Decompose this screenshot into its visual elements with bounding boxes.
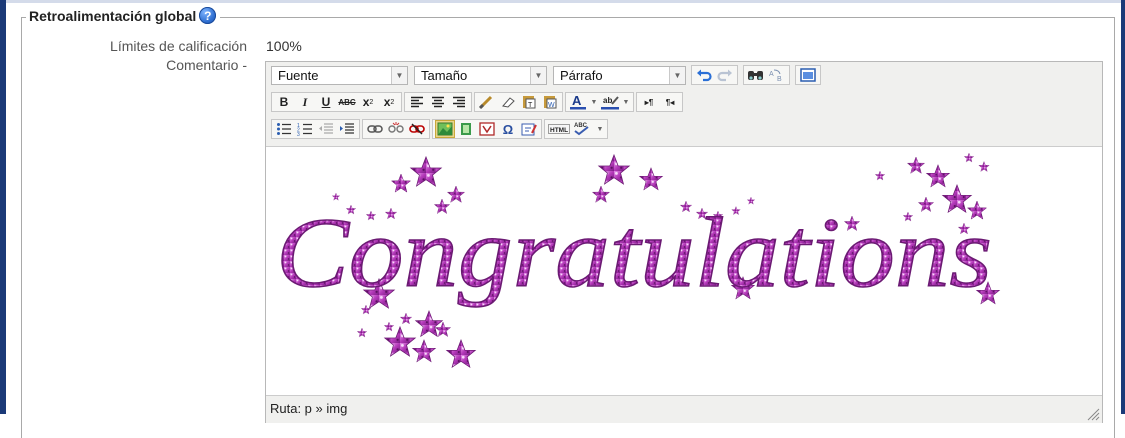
strikethrough-button[interactable]: ABC: [337, 93, 357, 111]
chevron-down-icon: ▼: [669, 66, 685, 84]
grade-limits-label: Límites de calificación: [110, 38, 247, 54]
html-source-icon[interactable]: HTML: [547, 120, 571, 138]
list-group: 123: [271, 119, 360, 139]
highlight-color-icon[interactable]: ab: [600, 93, 620, 111]
clipboard-group: T W: [474, 92, 563, 112]
text-style-group: B I U ABC x2 x2: [271, 92, 402, 112]
svg-text:A: A: [769, 71, 774, 78]
insert-spell-icon[interactable]: [519, 120, 539, 138]
paste-text-icon[interactable]: T: [519, 93, 539, 111]
cleanup-icon[interactable]: [477, 93, 497, 111]
redo-icon[interactable]: [715, 66, 735, 84]
undo-icon[interactable]: [694, 66, 714, 84]
congratulations-image[interactable]: Congratulations: [266, 147, 1102, 395]
chevron-down-icon: ▼: [391, 66, 407, 84]
editor-toolbar: Fuente ▼ Tamaño ▼ Párrafo ▼ A B B I U AB…: [266, 62, 1102, 147]
search-group: AB: [743, 65, 790, 85]
chevron-down-icon[interactable]: ▼: [621, 93, 631, 111]
align-left-icon[interactable]: [407, 93, 427, 111]
paste-word-icon[interactable]: W: [540, 93, 560, 111]
window-top-edge: [0, 0, 1125, 3]
outdent-icon[interactable]: [316, 120, 336, 138]
svg-text:3: 3: [297, 132, 300, 136]
chevron-down-icon: ▼: [530, 66, 546, 84]
numbered-list-icon[interactable]: 123: [295, 120, 315, 138]
section-title: Retroalimentación global: [29, 7, 197, 24]
insert-image-icon[interactable]: [435, 120, 455, 138]
align-center-icon[interactable]: [428, 93, 448, 111]
comment-label: Comentario -: [166, 57, 247, 73]
window-left-border: [0, 0, 6, 414]
rich-text-editor: Fuente ▼ Tamaño ▼ Párrafo ▼ A B B I U AB…: [265, 61, 1103, 423]
paragraph-format-select[interactable]: Párrafo ▼: [553, 65, 686, 85]
congratulations-text: Congratulations: [276, 197, 992, 308]
svg-text:B: B: [777, 76, 782, 82]
font-color-icon[interactable]: A: [568, 93, 588, 111]
paragraph-format-select-value: Párrafo: [560, 67, 603, 83]
window-right-border: [1121, 0, 1125, 414]
rtl-icon[interactable]: ¶◂: [660, 93, 680, 111]
font-family-select[interactable]: Fuente ▼: [271, 65, 408, 85]
nolink-icon[interactable]: [407, 120, 427, 138]
svg-text:HTML: HTML: [550, 127, 568, 134]
unlink-icon[interactable]: [386, 120, 406, 138]
italic-button[interactable]: I: [295, 93, 315, 111]
font-family-select-value: Fuente: [278, 67, 319, 83]
align-right-icon[interactable]: [449, 93, 469, 111]
replace-icon[interactable]: AB: [767, 66, 787, 84]
alignment-group: [404, 92, 472, 112]
insert-group: Ω: [432, 119, 542, 139]
ltr-icon[interactable]: ▸¶: [639, 93, 659, 111]
spellcheck-icon[interactable]: ABC: [572, 120, 594, 138]
resize-grip-icon[interactable]: [1086, 407, 1100, 421]
color-group: A ▼ ab ▼: [565, 92, 634, 112]
underline-button[interactable]: U: [316, 93, 336, 111]
subscript-button[interactable]: x2: [358, 93, 378, 111]
editor-statusbar: Ruta: p » img: [266, 395, 1102, 423]
help-icon[interactable]: ?: [199, 7, 217, 24]
fullscreen-icon[interactable]: [798, 66, 818, 84]
bold-button[interactable]: B: [274, 93, 294, 111]
font-size-select-value: Tamaño: [421, 67, 468, 83]
fullscreen-group: [795, 65, 821, 85]
link-icon[interactable]: [365, 120, 385, 138]
chevron-down-icon[interactable]: ▼: [589, 93, 599, 111]
svg-text:A: A: [572, 94, 582, 108]
insert-media-icon[interactable]: [456, 120, 476, 138]
indent-icon[interactable]: [337, 120, 357, 138]
find-icon[interactable]: [746, 66, 766, 84]
source-group: HTML ABC ▼: [544, 119, 608, 139]
svg-text:ab: ab: [603, 96, 612, 105]
chevron-down-icon[interactable]: ▼: [595, 120, 605, 138]
bullet-list-icon[interactable]: [274, 120, 294, 138]
superscript-button[interactable]: x2: [379, 93, 399, 111]
eraser-icon[interactable]: [498, 93, 518, 111]
grade-limits-value: 100%: [266, 38, 302, 54]
svg-text:T: T: [528, 102, 533, 109]
history-group: [691, 65, 738, 85]
svg-text:W: W: [548, 102, 555, 109]
special-char-icon[interactable]: Ω: [498, 120, 518, 138]
direction-group: ▸¶ ¶◂: [636, 92, 683, 112]
insert-anchor-icon[interactable]: [477, 120, 497, 138]
fieldset-legend: Retroalimentación global ?: [26, 7, 221, 24]
editor-content-area[interactable]: Congratulations: [266, 147, 1102, 395]
font-size-select[interactable]: Tamaño ▼: [414, 65, 547, 85]
link-group: [362, 119, 430, 139]
